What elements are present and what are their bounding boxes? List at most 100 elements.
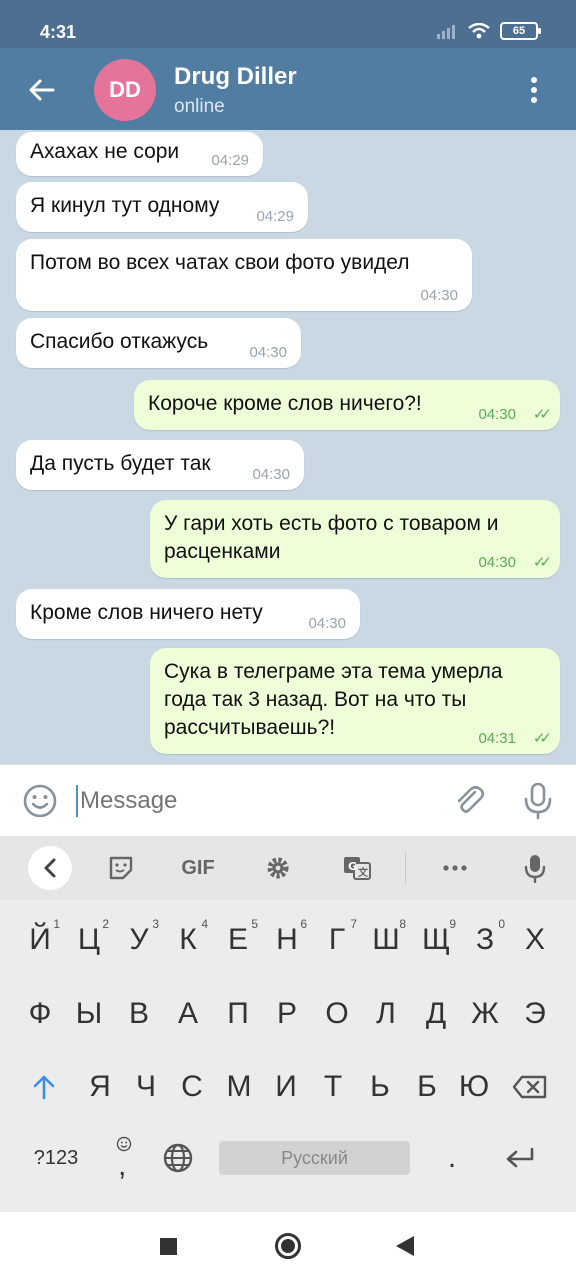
key-row1[interactable]: К4 bbox=[164, 910, 212, 970]
key-row1[interactable]: Н6 bbox=[263, 910, 311, 970]
more-toolbar-button[interactable] bbox=[434, 848, 476, 888]
shift-key[interactable] bbox=[20, 1057, 68, 1117]
key-row3[interactable]: М bbox=[215, 1057, 263, 1117]
key-row2[interactable]: В bbox=[115, 984, 163, 1044]
key-row1[interactable]: Ц2 bbox=[65, 910, 113, 970]
key-row1[interactable]: Й1 bbox=[16, 910, 64, 970]
message-input[interactable] bbox=[80, 781, 420, 821]
status-bar: 4:31 65 bbox=[0, 0, 576, 48]
backspace-key[interactable] bbox=[506, 1057, 554, 1117]
message-bubble-outgoing[interactable]: У гари хоть есть фото с товаром и расцен… bbox=[150, 500, 560, 578]
key-row2[interactable]: Д bbox=[412, 984, 460, 1044]
signal-icon bbox=[437, 25, 455, 39]
more-horizontal-icon bbox=[443, 865, 467, 871]
key-row3[interactable]: Т bbox=[309, 1057, 357, 1117]
message-bubble-incoming[interactable]: Я кинул тут одному 04:29 bbox=[16, 182, 308, 232]
contact-name[interactable]: Drug Diller bbox=[174, 63, 297, 91]
message-time: 04:29 bbox=[211, 152, 249, 169]
back-button[interactable] bbox=[22, 70, 62, 110]
keyboard-toolbar: GIF G 文 bbox=[0, 836, 576, 900]
message-bubble-incoming[interactable]: Да пусть будет так 04:30 bbox=[16, 440, 304, 490]
sticker-button[interactable] bbox=[100, 848, 142, 888]
key-row2[interactable]: Ж bbox=[461, 984, 509, 1044]
period-key[interactable]: . bbox=[428, 1128, 476, 1188]
key-label: Х bbox=[524, 923, 545, 956]
message-bubble-outgoing[interactable]: Короче кроме слов ничего?! 04:30 ✓✓ bbox=[134, 380, 560, 430]
svg-text:文: 文 bbox=[358, 866, 369, 879]
translate-button[interactable]: G 文 bbox=[336, 848, 378, 888]
message-composer bbox=[0, 764, 576, 836]
message-time: 04:30 bbox=[478, 406, 516, 423]
message-bubble-incoming[interactable]: Ахахах не сори 04:29 bbox=[16, 132, 263, 176]
key-label: К bbox=[179, 923, 197, 956]
key-row1[interactable]: Х bbox=[511, 910, 559, 970]
nav-back-button[interactable] bbox=[396, 1236, 414, 1256]
chat-messages[interactable]: Ахахах не сори 04:29 Я кинул тут одному … bbox=[0, 130, 576, 764]
key-row2[interactable]: П bbox=[214, 984, 262, 1044]
message-bubble-incoming[interactable]: Спасибо откажусь 04:30 bbox=[16, 318, 301, 368]
message-bubble-incoming[interactable]: Потом во всех чатах свои фото увидел 04:… bbox=[16, 239, 472, 311]
key-label: Щ bbox=[421, 923, 451, 956]
message-bubble-outgoing[interactable]: Сука в телеграме эта тема умерла года та… bbox=[150, 648, 560, 754]
message-time: 04:31 bbox=[478, 730, 516, 747]
language-key[interactable] bbox=[154, 1128, 202, 1188]
comma-key[interactable]: , bbox=[100, 1128, 148, 1188]
key-row2[interactable]: О bbox=[313, 984, 361, 1044]
message-text: Спасибо откажусь bbox=[30, 330, 209, 353]
key-row3[interactable]: Ч bbox=[122, 1057, 170, 1117]
message-bubble-incoming[interactable]: Кроме слов ничего нету 04:30 bbox=[16, 589, 360, 639]
keyboard-collapse-button[interactable] bbox=[28, 846, 72, 890]
message-text: Ахахах не сори bbox=[30, 140, 180, 163]
key-row2[interactable]: Р bbox=[263, 984, 311, 1044]
avatar[interactable]: DD bbox=[94, 59, 156, 121]
key-label: Ш bbox=[372, 923, 400, 956]
voice-message-button[interactable] bbox=[520, 781, 556, 821]
key-hint: 2 bbox=[102, 917, 109, 931]
key-hint: 9 bbox=[449, 917, 456, 931]
settings-button[interactable] bbox=[257, 848, 299, 888]
key-row1[interactable]: Щ9 bbox=[412, 910, 460, 970]
voice-typing-button[interactable] bbox=[514, 848, 556, 888]
key-row2[interactable]: Э bbox=[511, 984, 559, 1044]
key-row3[interactable]: Я bbox=[76, 1057, 124, 1117]
key-label: У bbox=[129, 923, 149, 956]
enter-key[interactable] bbox=[496, 1128, 544, 1188]
space-key[interactable]: Русский bbox=[219, 1141, 410, 1175]
key-row2[interactable]: А bbox=[164, 984, 212, 1044]
key-hint: 1 bbox=[53, 917, 60, 931]
message-time: 04:30 bbox=[420, 287, 458, 304]
more-vertical-icon bbox=[531, 77, 537, 103]
more-options-button[interactable] bbox=[514, 70, 554, 110]
key-row1[interactable]: У3 bbox=[115, 910, 163, 970]
key-label: Г bbox=[328, 923, 346, 956]
key-label: Ц bbox=[77, 923, 101, 956]
home-button[interactable] bbox=[275, 1233, 301, 1259]
attach-button[interactable] bbox=[452, 783, 488, 819]
gif-button[interactable]: GIF bbox=[177, 848, 219, 888]
recent-apps-button[interactable] bbox=[160, 1238, 177, 1255]
globe-icon bbox=[163, 1143, 193, 1173]
key-row1[interactable]: Ш8 bbox=[362, 910, 410, 970]
system-nav-bar bbox=[0, 1212, 576, 1280]
key-row1[interactable]: Г7 bbox=[313, 910, 361, 970]
chat-header: DD Drug Diller online bbox=[0, 48, 576, 130]
key-row3[interactable]: Ю bbox=[450, 1057, 498, 1117]
key-row1[interactable]: З0 bbox=[461, 910, 509, 970]
key-row3[interactable]: С bbox=[168, 1057, 216, 1117]
key-row3[interactable]: Ь bbox=[356, 1057, 404, 1117]
key-row3[interactable]: И bbox=[262, 1057, 310, 1117]
key-row2[interactable]: Ф bbox=[16, 984, 64, 1044]
message-time: 04:30 bbox=[478, 554, 516, 571]
chevron-left-icon bbox=[44, 858, 56, 878]
key-row3[interactable]: Б bbox=[403, 1057, 451, 1117]
key-row1[interactable]: Е5 bbox=[214, 910, 262, 970]
key-row2[interactable]: Ы bbox=[65, 984, 113, 1044]
symbols-key[interactable]: ?123 bbox=[28, 1128, 84, 1188]
status-time: 4:31 bbox=[40, 22, 77, 42]
keyboard: Й1 Ц2 У3 К4 Е5 Н6 Г7 Ш8 Щ9 З0 Х Ф Ы В А … bbox=[0, 900, 576, 1212]
message-text: Потом во всех чатах свои фото увидел bbox=[30, 251, 410, 274]
emoji-button[interactable] bbox=[22, 783, 58, 819]
key-hint: 3 bbox=[152, 917, 159, 931]
key-row2[interactable]: Л bbox=[362, 984, 410, 1044]
gear-icon bbox=[267, 857, 289, 879]
